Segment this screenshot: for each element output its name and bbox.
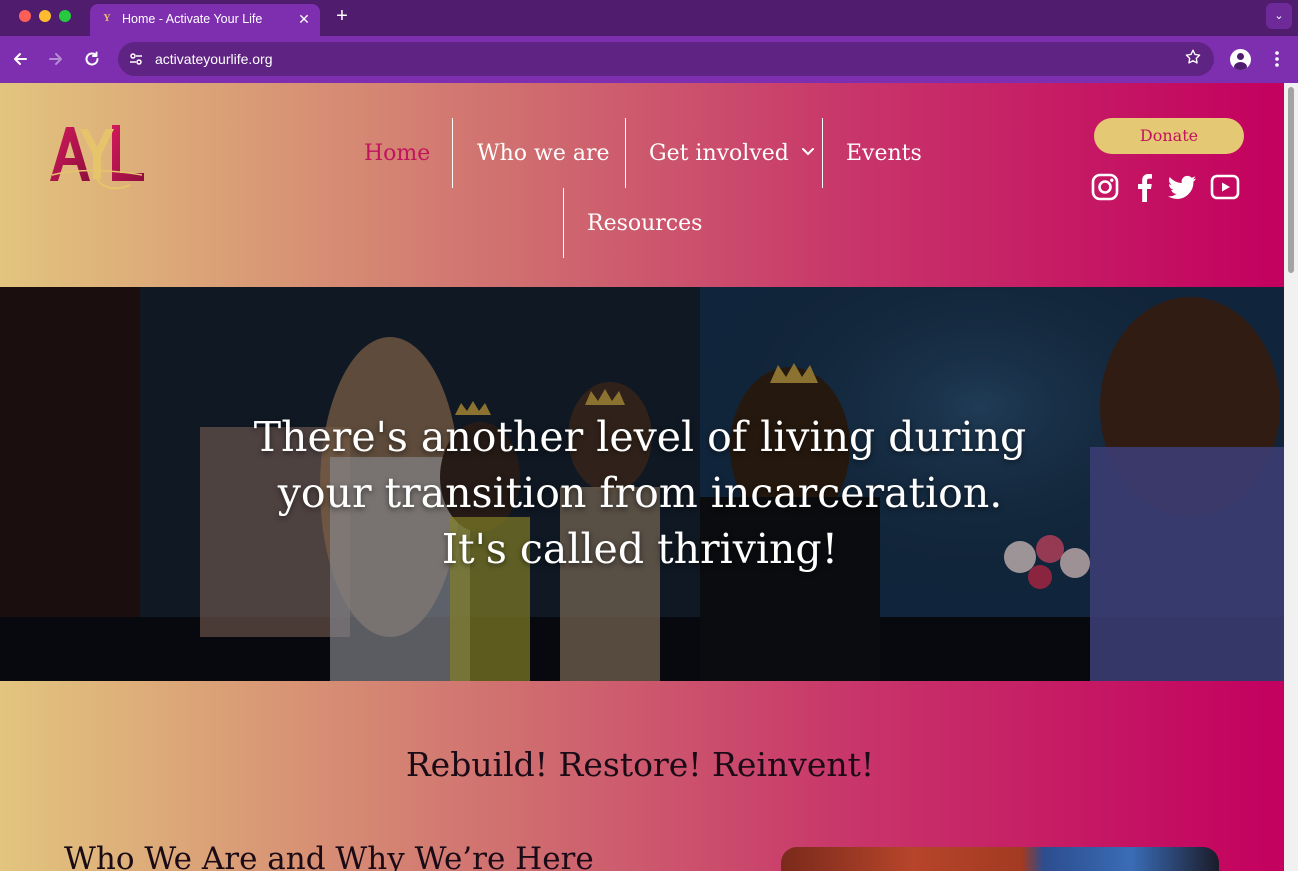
mission-section: Rebuild! Restore! Reinvent! Who We Are a… bbox=[0, 681, 1284, 871]
nav-divider bbox=[563, 188, 564, 258]
hero-headline: There's another level of living during y… bbox=[200, 409, 1080, 577]
donate-button[interactable]: Donate bbox=[1094, 118, 1244, 154]
url-text[interactable]: activateyourlife.org bbox=[155, 51, 273, 67]
chevron-down-icon[interactable] bbox=[801, 145, 815, 161]
twitter-icon[interactable] bbox=[1166, 172, 1196, 202]
nav-home[interactable]: Home bbox=[364, 141, 430, 166]
site-header: Home Who we are Get involved Events Reso… bbox=[0, 83, 1284, 287]
nav-get-involved[interactable]: Get involved bbox=[649, 141, 815, 166]
nav-divider bbox=[822, 118, 823, 188]
nav-divider bbox=[625, 118, 626, 188]
nav-events[interactable]: Events bbox=[846, 141, 922, 166]
scrollbar-thumb[interactable] bbox=[1288, 87, 1294, 273]
back-arrow-icon[interactable] bbox=[9, 48, 31, 70]
site-logo[interactable] bbox=[46, 119, 146, 195]
page-viewport: Home Who we are Get involved Events Reso… bbox=[0, 83, 1298, 871]
instagram-icon[interactable] bbox=[1090, 172, 1120, 202]
profile-icon[interactable] bbox=[1230, 49, 1251, 70]
nav-get-involved-label: Get involved bbox=[649, 141, 789, 166]
tab-close-icon[interactable]: ✕ bbox=[296, 11, 312, 27]
tab-search-button[interactable]: ⌄ bbox=[1266, 3, 1292, 29]
window-close-button[interactable] bbox=[19, 10, 31, 22]
browser-tab-bar: Y Home - Activate Your Life ✕ + ⌄ bbox=[0, 0, 1298, 36]
hero-line-2: your transition from incarceration. bbox=[277, 469, 1003, 517]
youtube-icon[interactable] bbox=[1210, 172, 1240, 202]
bookmark-star-icon[interactable] bbox=[1184, 48, 1202, 71]
address-bar[interactable]: activateyourlife.org bbox=[118, 42, 1214, 76]
nav-divider bbox=[452, 118, 453, 188]
page-scrollbar[interactable] bbox=[1284, 83, 1298, 871]
more-menu-icon[interactable] bbox=[1266, 48, 1288, 70]
hero-line-1: There's another level of living during bbox=[253, 413, 1027, 461]
window-zoom-button[interactable] bbox=[59, 10, 71, 22]
reload-icon[interactable] bbox=[81, 48, 103, 70]
who-we-are-image bbox=[781, 847, 1219, 871]
window-minimize-button[interactable] bbox=[39, 10, 51, 22]
site-favicon-icon: Y bbox=[103, 13, 111, 24]
hero-line-3: It's called thriving! bbox=[441, 525, 839, 573]
who-we-are-heading: Who We Are and Why We’re Here bbox=[64, 841, 594, 871]
forward-arrow-icon[interactable] bbox=[45, 48, 67, 70]
hero-banner: There's another level of living during y… bbox=[0, 287, 1284, 681]
browser-tab-active[interactable]: Y Home - Activate Your Life ✕ bbox=[90, 4, 320, 36]
mission-tagline: Rebuild! Restore! Reinvent! bbox=[405, 745, 875, 784]
new-tab-button[interactable]: + bbox=[332, 6, 352, 26]
nav-who-we-are[interactable]: Who we are bbox=[477, 141, 610, 166]
facebook-icon[interactable] bbox=[1130, 172, 1160, 202]
site-info-icon[interactable] bbox=[126, 49, 146, 69]
nav-resources[interactable]: Resources bbox=[587, 211, 702, 236]
browser-toolbar: activateyourlife.org bbox=[0, 36, 1298, 83]
tab-title: Home - Activate Your Life bbox=[122, 12, 263, 26]
